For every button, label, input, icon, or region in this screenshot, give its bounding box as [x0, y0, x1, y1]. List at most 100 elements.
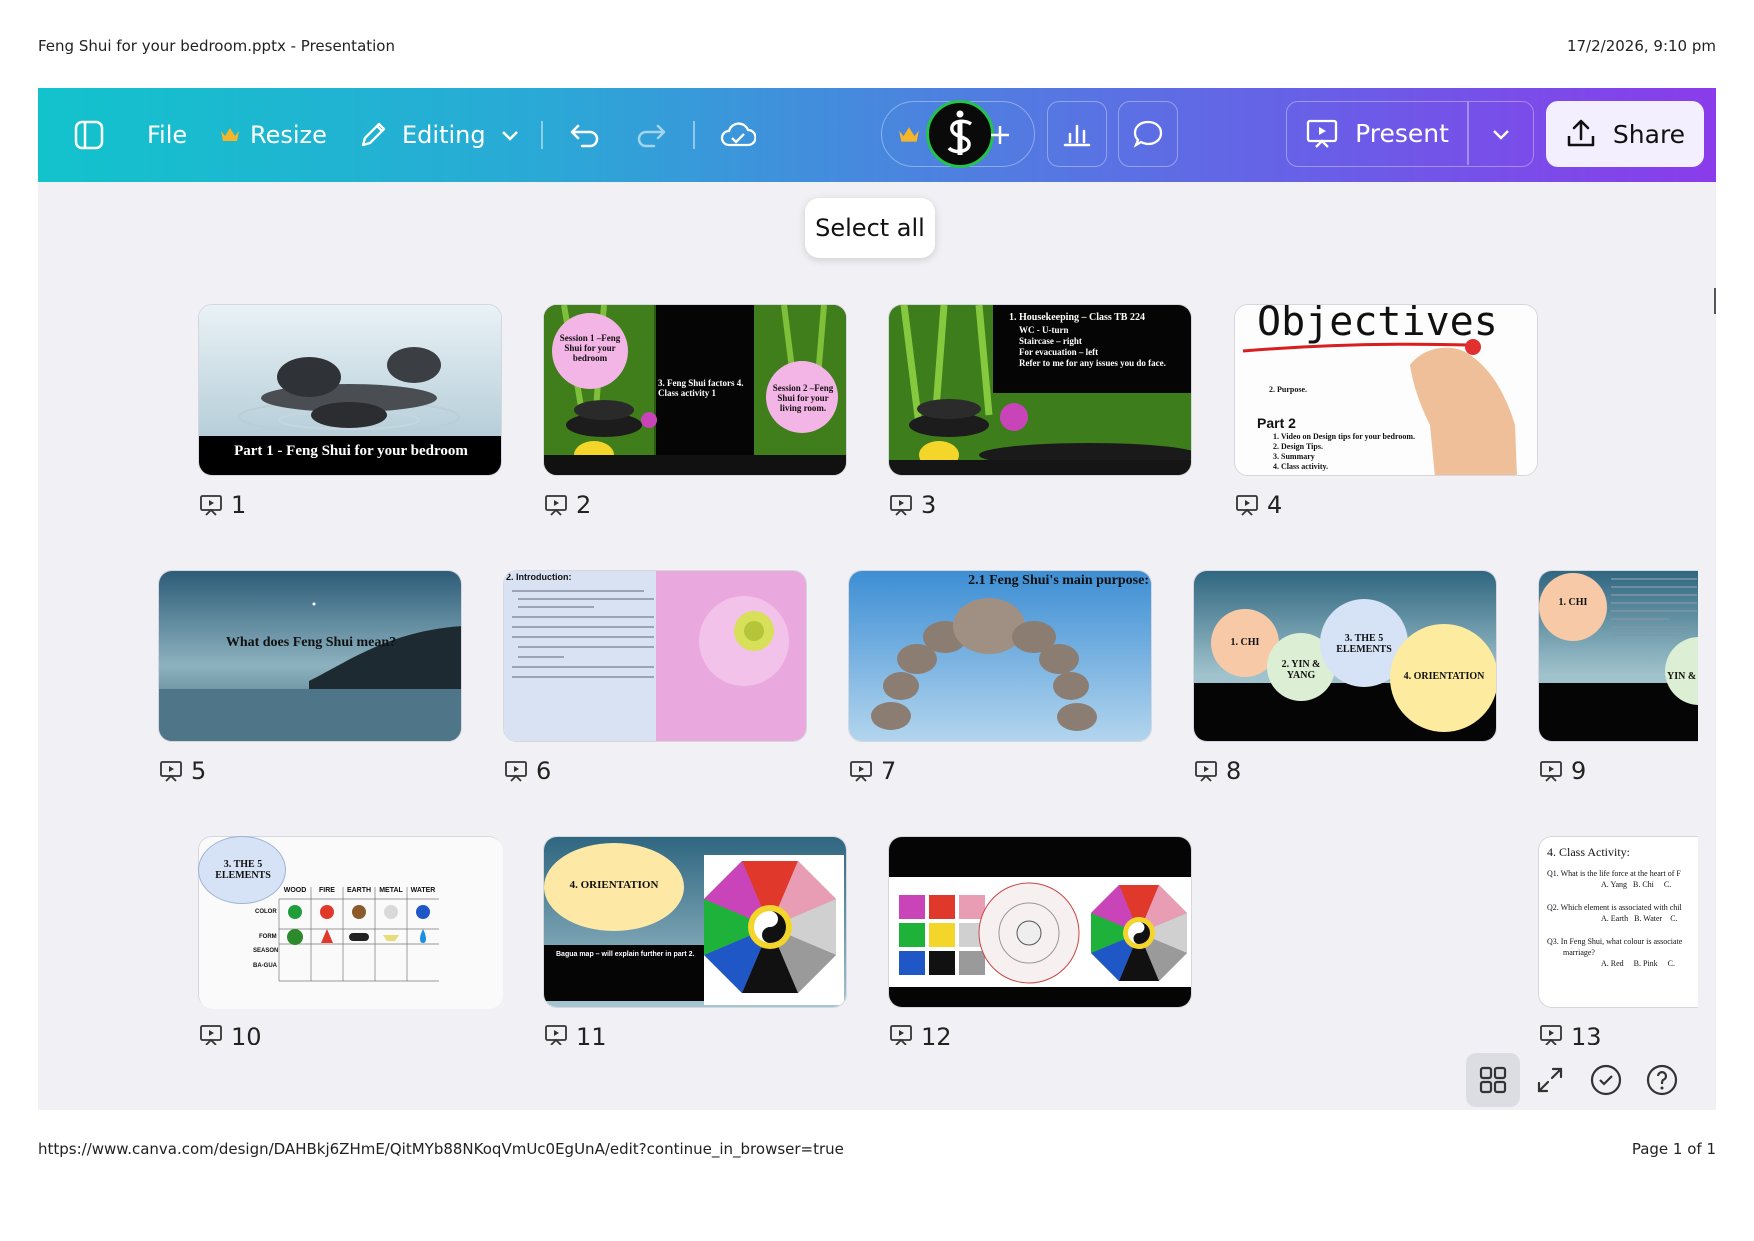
cloud-check-icon	[720, 122, 756, 147]
share-button[interactable]: Share	[1546, 101, 1704, 167]
comment-icon	[1133, 120, 1163, 148]
slide-thumbnail-6[interactable]: 2. Introduction:	[503, 570, 807, 742]
slide-thumbnail-11[interactable]: 4. ORIENTATION Bagua map – will explain …	[543, 836, 847, 1008]
slide-11-title: 4. ORIENTATION	[569, 879, 659, 891]
slide-1-title: Part 1 - Feng Shui for your bedroom	[234, 443, 468, 459]
page-count: Page 1 of 1	[1631, 1140, 1716, 1158]
slide-thumbnail-4[interactable]: Objectives 2. Purpose. Part 2 1. Video o…	[1234, 304, 1538, 476]
slide-10-col: WOOD	[283, 887, 307, 894]
slide-number-7: 7	[849, 757, 896, 785]
slide-thumbnail-10[interactable]: 3. THE 5 ELEMENTS WOOD FIRE EARTH METAL …	[198, 836, 503, 1009]
slide-3-bullet: WC - U-turn	[1019, 325, 1069, 335]
slide-4-item: 4. Class activity.	[1273, 462, 1329, 471]
slide-13-answers: A. Yang B. Chi C.	[1601, 880, 1672, 889]
slide-number-text: 4	[1267, 491, 1283, 519]
sidebar-toggle-button[interactable]	[74, 88, 104, 182]
slide-present-icon	[1540, 1025, 1562, 1045]
slide-6-title: 2. Introduction:	[506, 572, 572, 582]
slide-thumbnail-3[interactable]: 1. Housekeeping – Class TB 224 WC - U-tu…	[888, 304, 1192, 476]
redo-icon	[637, 124, 666, 148]
slide-10-col: EARTH	[346, 887, 372, 894]
resize-button[interactable]: Resize	[220, 88, 327, 182]
slide-thumbnail-9[interactable]: 1. CHI YIN &	[1538, 570, 1698, 742]
slide-thumbnail-2[interactable]: Session 1 –Feng Shui for your bedroom 3.…	[543, 304, 847, 476]
user-monogram-icon	[947, 110, 973, 155]
slide-10-col: WATER	[410, 887, 436, 894]
slide-8-chi: 1. CHI	[1230, 637, 1260, 648]
slide-number-text: 8	[1226, 757, 1242, 785]
save-status-button[interactable]	[720, 88, 756, 182]
slide-present-icon	[1236, 495, 1258, 516]
slide-number-11: 11	[544, 1023, 607, 1045]
comments-button[interactable]	[1118, 101, 1178, 167]
document-title: Feng Shui for your bedroom.pptx - Presen…	[38, 37, 395, 55]
present-button[interactable]: Present	[1287, 102, 1467, 165]
top-toolbar: File Resize Editing Present Share	[38, 88, 1716, 182]
expand-icon	[1537, 1067, 1563, 1093]
scrollbar[interactable]	[1714, 288, 1716, 314]
slide-number-text: 5	[191, 757, 207, 785]
slide-thumbnail-8[interactable]: 1. CHI 2. YIN & YANG 3. THE 5 ELEMENTS 4…	[1193, 570, 1497, 742]
slide-2-session-2: Session 2 –Feng Shui for your living roo…	[772, 383, 834, 413]
slide-number-13: 13	[1539, 1023, 1602, 1045]
redo-button[interactable]	[634, 88, 668, 182]
slide-3-bullet: For evacuation – left	[1019, 347, 1099, 357]
slide-number-2: 2	[544, 491, 591, 519]
slide-4-item: 3. Summary	[1273, 452, 1315, 461]
slide-present-icon	[200, 1025, 222, 1045]
slide-4-items: 1. Video on Design tips for your bedroom…	[1273, 432, 1415, 472]
help-icon	[1646, 1064, 1678, 1096]
slide-thumbnail-5[interactable]: What does Feng Shui mean?	[158, 570, 462, 742]
slide-5-title: What does Feng Shui mean?	[225, 635, 397, 650]
slide-thumbnail-12[interactable]	[888, 836, 1192, 1008]
slide-number-text: 6	[536, 757, 552, 785]
review-check-button[interactable]	[1579, 1053, 1633, 1107]
select-all-button[interactable]: Select all	[805, 198, 935, 258]
slide-13-question: Q3. In Feng Shui, what colour is associa…	[1547, 937, 1683, 946]
slide-10-row: FORM	[259, 934, 277, 940]
slide-8-elements: 3. THE 5 ELEMENTS	[1336, 633, 1392, 655]
slide-number-1: 1	[199, 491, 246, 519]
grid-view-icon	[1479, 1066, 1507, 1094]
present-label: Present	[1355, 119, 1449, 148]
slide-3-title: 1. Housekeeping – Class TB 224	[1009, 312, 1145, 323]
sidebar-toggle-icon	[74, 120, 104, 150]
upgrade-crown-button[interactable]	[898, 88, 920, 182]
editing-mode-button[interactable]: Editing	[358, 88, 520, 182]
view-controls	[1466, 1053, 1716, 1110]
slide-thumbnail-13[interactable]: 4. Class Activity: Q1. What is the life …	[1538, 836, 1698, 1008]
slide-2-factors: 3. Feng Shui factors 4. Class activity 1	[658, 378, 744, 398]
slide-13-title: 4. Class Activity:	[1547, 845, 1631, 859]
slide-3-bullets: WC - U-turn Staircase – right For evacua…	[1019, 325, 1189, 369]
slide-7-image	[849, 571, 1151, 741]
slide-number-text: 1	[231, 491, 247, 519]
file-menu-button[interactable]: File	[147, 88, 187, 182]
slide-4-item: 2. Design Tips.	[1273, 442, 1323, 451]
print-header: Feng Shui for your bedroom.pptx - Presen…	[38, 37, 1716, 57]
slide-5-image	[159, 571, 461, 741]
slide-number-9: 9	[1539, 757, 1586, 785]
slide-number-6: 6	[504, 757, 551, 785]
chevron-down-icon	[501, 131, 518, 141]
insights-button[interactable]	[1047, 101, 1107, 167]
fullscreen-button[interactable]	[1523, 1053, 1577, 1107]
slide-present-icon	[545, 495, 567, 516]
slide-10-columns: WOOD FIRE EARTH METAL WATER	[279, 887, 439, 894]
add-collaborator-button[interactable]	[988, 88, 1012, 182]
page-url: https://www.canva.com/design/DAHBkj6ZHmE…	[38, 1140, 844, 1158]
slide-thumbnail-1[interactable]: Part 1 - Feng Shui for your bedroom	[198, 304, 502, 476]
avatar[interactable]	[926, 100, 994, 168]
slide-number-4: 4	[1235, 491, 1282, 519]
slide-7-title: 2.1 Feng Shui's main purpose:	[968, 573, 1149, 588]
pencil-icon	[361, 122, 386, 147]
help-button[interactable]	[1635, 1053, 1689, 1107]
slide-thumbnail-7[interactable]: 2.1 Feng Shui's main purpose:	[848, 570, 1152, 742]
present-options-button[interactable]	[1468, 102, 1534, 165]
slide-number-8: 8	[1194, 757, 1241, 785]
present-icon	[1306, 119, 1338, 148]
undo-button[interactable]	[568, 88, 602, 182]
grid-view-button[interactable]	[1466, 1053, 1520, 1107]
plus-icon	[991, 126, 1009, 144]
slide-12-image	[889, 837, 1191, 1007]
bar-chart-icon	[1063, 124, 1091, 147]
